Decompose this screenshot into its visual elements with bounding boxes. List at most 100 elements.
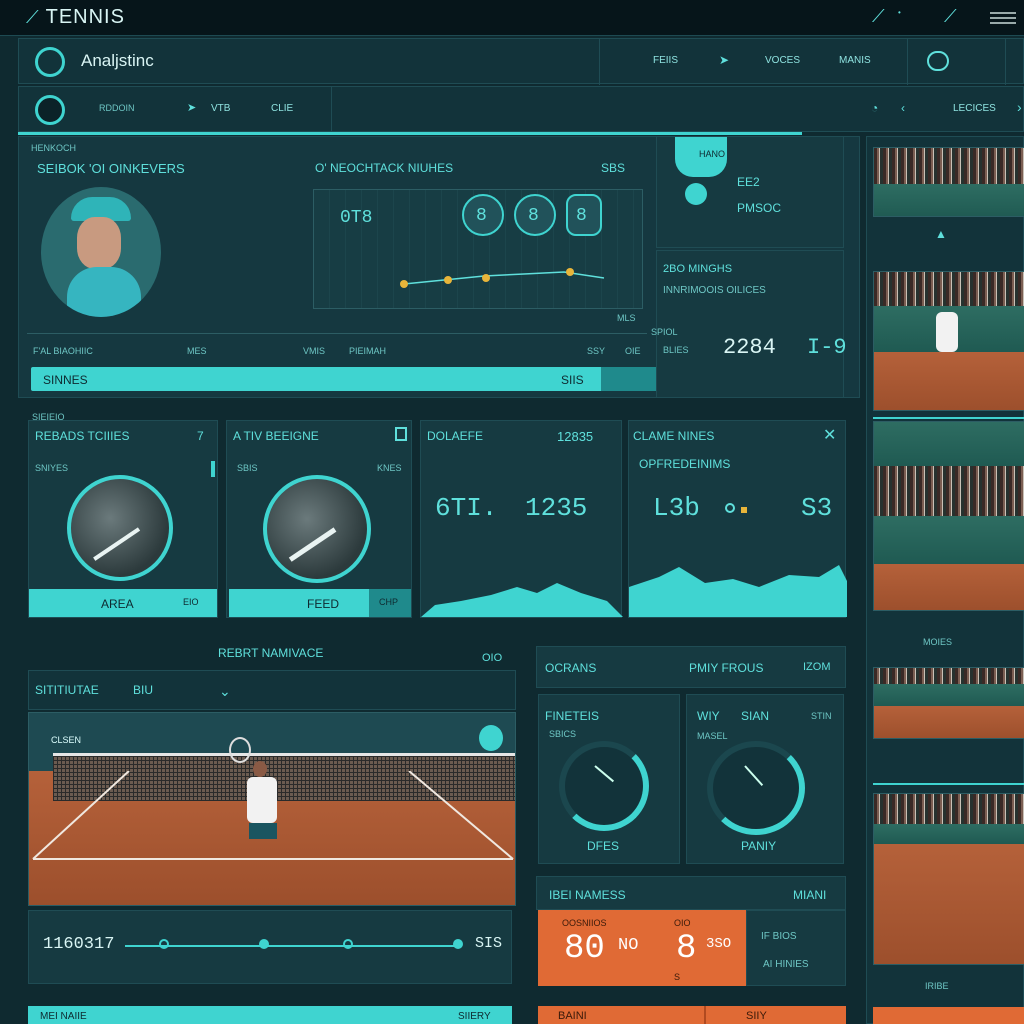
timeline-marker[interactable] (259, 939, 269, 949)
card-number: 7 (197, 429, 204, 443)
score-box[interactable]: OOSNIIOS OIO 80 NO 8 3SO S (538, 910, 746, 986)
racket-icon[interactable]: ⟋ (944, 6, 957, 27)
tennis-ball-icon[interactable] (35, 47, 65, 77)
timeline-marker[interactable] (453, 939, 463, 949)
nav-label[interactable]: VTB (211, 103, 230, 114)
match-tag: CLSEN (51, 735, 82, 745)
divider (331, 87, 332, 133)
media-rail: ▲ MOIES IRIBE (866, 136, 1024, 1024)
chart-foot: MLS (617, 313, 636, 323)
score-b: I-9 (807, 335, 847, 360)
card-stat: 6TI. (435, 493, 498, 523)
chart-digit: 0T8 (340, 208, 373, 228)
card-value: 12835 (557, 429, 594, 444)
card-footer-tag: EIO (183, 597, 199, 607)
area-chart (421, 583, 623, 617)
card-title: REBADS TCIIIES (35, 429, 130, 443)
timeline-panel: 1160317 SIS (28, 910, 512, 984)
area-chart (629, 565, 847, 617)
gauge-needle (594, 765, 615, 783)
score-title: IBEI NAMESS (549, 888, 626, 902)
player-figure (247, 777, 277, 823)
score-a: 2284 (723, 335, 776, 360)
match-title-bar: SITITIUTAE BIU ⌄ (28, 670, 516, 710)
tab-feiis[interactable]: FEIIS (653, 55, 678, 66)
media-thumbnail[interactable] (873, 271, 1024, 411)
media-thumbnail[interactable] (873, 667, 1024, 739)
media-bottom-bar[interactable] (873, 1007, 1024, 1024)
progress-value: SIIS (561, 373, 584, 387)
brand[interactable]: ⟋ TENNIS (26, 6, 125, 29)
stat-label: SPIOL (651, 327, 678, 337)
accent-line (873, 417, 1024, 419)
panel-heading: SEIBOK 'OI OINKEVERS (37, 161, 185, 176)
status-dot (685, 183, 707, 205)
card-title: A TIV BEEIGNE (233, 429, 319, 443)
chart-tag: SBS (601, 161, 626, 175)
chevron-down-icon[interactable]: ⌄ (219, 683, 231, 700)
nav-label[interactable]: RDDOIN (99, 103, 135, 113)
media-thumbnail[interactable] (873, 421, 1024, 611)
chart-heading: O' NEOCHTACK NIUHES (315, 161, 454, 175)
accent-line (18, 132, 802, 135)
chevron-right-icon[interactable]: › (1017, 99, 1022, 115)
racket-icon (229, 737, 251, 763)
score-a: 80 (564, 930, 605, 968)
row-label: VMIS (303, 346, 326, 356)
header-label: OCRANS (545, 661, 597, 675)
side-stats-top: HANO EE2 PMSOC (656, 136, 844, 248)
score-bottom-label: BAINI (558, 1010, 587, 1022)
chevron-up-icon[interactable]: ▲ (935, 227, 947, 241)
card-icon[interactable] (395, 427, 407, 441)
bottom-bar[interactable]: MEI NAIIE SIIERY (28, 1006, 512, 1024)
card-sub: OPFREDEINIMS (639, 457, 731, 471)
speed-dial[interactable] (67, 475, 173, 581)
gauge-dial[interactable] (559, 741, 649, 831)
card-footer-tag-bg: CHP (369, 589, 411, 617)
chevron-right-icon[interactable]: ➤ (719, 53, 729, 67)
card-stat: 1235 (525, 493, 588, 523)
match-chart[interactable]: 0T8 8 8 8 (313, 189, 643, 309)
gauge-foot: DFES (587, 839, 620, 853)
score-header: IBEI NAMESS MIANI (536, 876, 846, 910)
progress-label: SINNES (43, 373, 88, 387)
top-bar: ⟋ TENNIS ⟋ • ⟋ (0, 0, 1024, 36)
progress-bar[interactable]: SINNES SIIS (31, 367, 695, 391)
nav-right-label[interactable]: LECICES (953, 103, 996, 114)
nav-label[interactable]: CLIE (271, 103, 293, 114)
marker (741, 507, 747, 513)
chevron-right-icon[interactable]: ➤ (187, 101, 196, 114)
tennis-ball-icon[interactable] (35, 95, 65, 125)
card-footer[interactable]: AREA EIO (29, 589, 217, 617)
feed-dial[interactable] (263, 475, 371, 583)
hamburger-menu-icon[interactable] (990, 12, 1016, 24)
card-footer[interactable]: FEED CHP (229, 589, 411, 617)
media-thumbnail[interactable] (873, 793, 1024, 965)
live-indicator[interactable] (479, 725, 503, 751)
score-foot: S (674, 972, 681, 982)
games-card: CLAME NINES ✕ OPFREDEINIMS L3b S3 (628, 420, 847, 618)
divider (599, 39, 600, 85)
gauge-card: FINETEIS SBICS DFES (538, 694, 680, 864)
dot-icon: • (898, 8, 901, 17)
tab-manis[interactable]: MANIS (839, 55, 871, 66)
dial-needle (93, 527, 141, 561)
gauge-dial[interactable] (707, 741, 805, 835)
close-icon[interactable]: ✕ (823, 425, 836, 445)
panel-small-label: HENKOCH (31, 143, 77, 153)
score-bottom-bar[interactable]: BAINI SIIY (538, 1006, 846, 1024)
match-header: REBRT NAMIVACE (218, 646, 324, 660)
nav-bar-secondary: RDDOIN ➤ VTB CLIE ◔ ‹ LECICES › (18, 86, 1024, 133)
timeline-marker[interactable] (343, 939, 353, 949)
match-video[interactable]: CLSEN (28, 712, 516, 906)
tab-voces[interactable]: VOCES (765, 55, 800, 66)
media-thumbnail[interactable] (873, 147, 1024, 217)
racket-icon[interactable]: ⟋ (872, 6, 885, 27)
gauges-header: OCRANS PMIY FROUS IZOM (536, 646, 846, 688)
timeline-track[interactable] (125, 945, 455, 947)
timeline-marker[interactable] (159, 939, 169, 949)
gauge-card: WIY SIAN STIN MASEL PANIY (686, 694, 844, 864)
player-avatar[interactable] (41, 187, 161, 317)
chevron-left-icon[interactable]: ‹ (901, 101, 905, 115)
binoculars-icon[interactable] (927, 51, 949, 71)
